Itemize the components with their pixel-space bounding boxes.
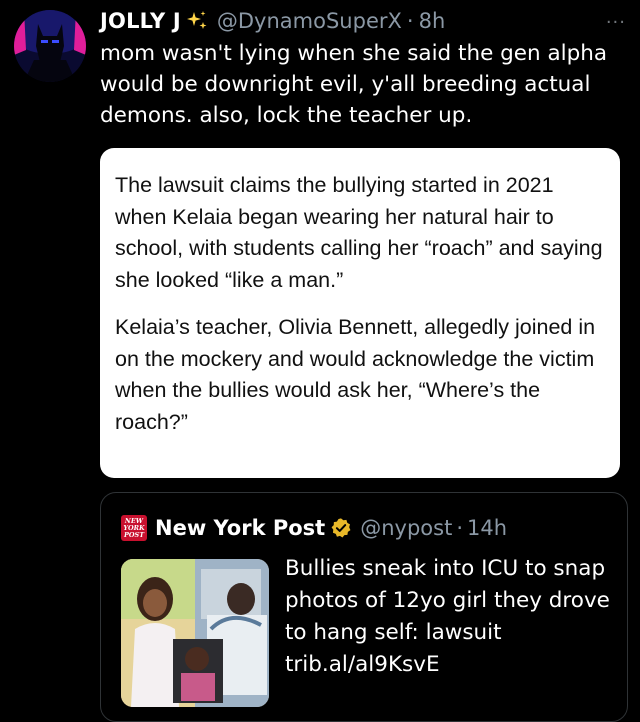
quoted-timestamp[interactable]: 14h [467,516,507,540]
more-options-icon[interactable]: ··· [606,12,626,33]
separator-dot: · [406,9,414,33]
display-name[interactable]: JOLLY J [100,9,181,33]
attached-image[interactable]: The lawsuit claims the bullying started … [100,148,620,478]
news-photo [121,559,269,707]
tweet[interactable]: JOLLY J @DynamoSuperX · 8h ··· mom wasn'… [0,0,640,722]
gold-verified-icon [331,518,351,538]
quoted-display-name[interactable]: New York Post [155,516,325,540]
tweet-header: JOLLY J @DynamoSuperX · 8h [100,6,445,36]
batman-avatar-icon [14,10,86,82]
tweet-text: mom wasn't lying when she said the gen a… [100,41,608,128]
quoted-tweet[interactable]: NEW YORK POST New York Post @nypost · 14… [100,492,628,722]
avatar[interactable] [14,10,86,82]
timestamp[interactable]: 8h [419,9,446,33]
logo-line: POST [123,530,145,539]
quoted-handle[interactable]: @nypost [360,516,452,540]
nypost-logo-icon: NEW YORK POST [121,515,147,541]
quoted-tweet-header: NEW YORK POST New York Post @nypost · 14… [121,515,507,541]
handle[interactable]: @DynamoSuperX [217,9,402,33]
sparkles-icon [186,11,207,29]
attached-image-paragraph: The lawsuit claims the bullying started … [115,173,603,292]
attached-image-paragraph: Kelaia’s teacher, Olivia Bennett, allege… [115,315,596,434]
quoted-tweet-text: Bullies sneak into ICU to snap photos of… [285,556,610,677]
separator-dot: · [456,516,464,540]
quoted-tweet-image[interactable] [121,559,269,707]
